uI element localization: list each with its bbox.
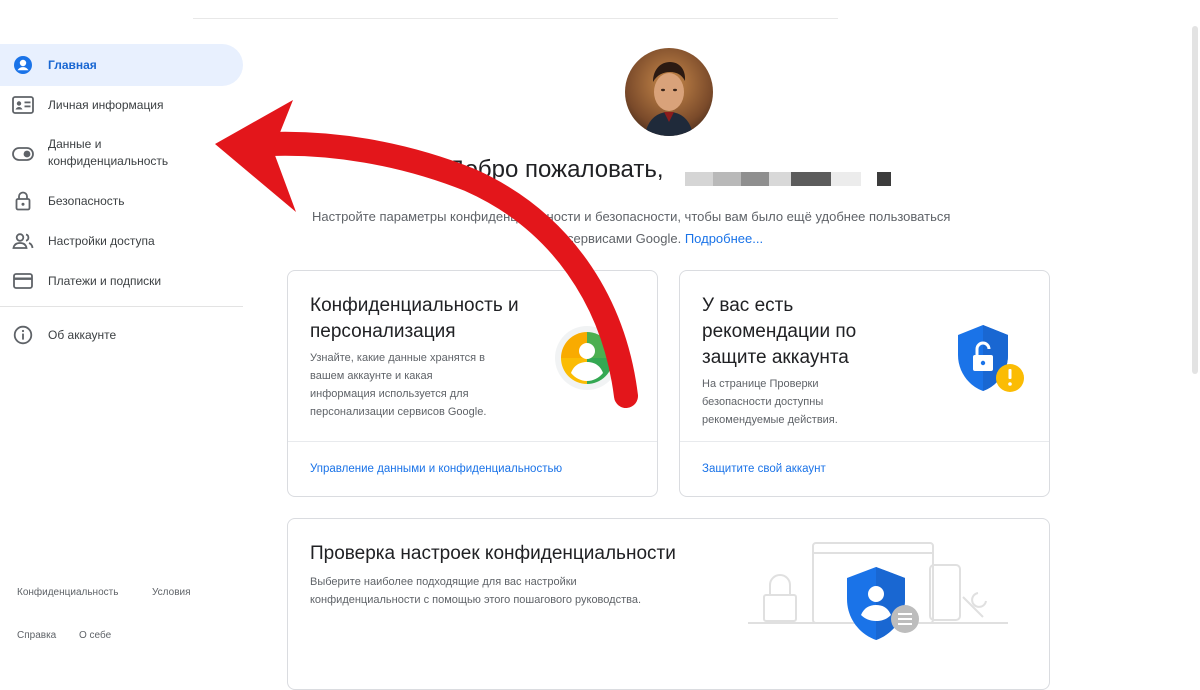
sidebar-item-sharing[interactable]: Настройки доступа	[0, 224, 243, 258]
id-card-icon	[12, 94, 34, 116]
card-description: Выберите наиболее подходящие для вас нас…	[310, 576, 642, 606]
card-description: На странице Проверки безопасности доступ…	[702, 378, 838, 426]
learn-more-link[interactable]: Подробнее...	[685, 231, 763, 246]
card-title: Проверка настроек конфиденциальности	[310, 543, 676, 564]
lock-icon	[12, 190, 34, 212]
toggle-icon	[12, 143, 34, 165]
sidebar-divider	[0, 306, 243, 307]
sidebar-item-security[interactable]: Безопасность	[0, 184, 243, 218]
sidebar-item-personal-info[interactable]: Личная информация	[0, 88, 243, 122]
credit-card-icon	[12, 270, 34, 292]
shield-lock-warning-icon	[950, 321, 1032, 406]
top-divider	[193, 18, 838, 19]
sidebar-item-home[interactable]: Главная	[0, 44, 243, 86]
privacy-card[interactable]: Конфиденциальность и персонализация Узна…	[287, 270, 658, 497]
sidebar-item-label: Безопасность	[48, 194, 125, 208]
card-description: Узнайте, какие данные хранятся в вашем а…	[310, 352, 487, 418]
sidebar-item-label: Об аккаунте	[48, 328, 117, 342]
sidebar-item-payments[interactable]: Платежи и подписки	[0, 264, 243, 298]
people-icon	[12, 230, 34, 252]
sidebar-item-label: Настройки доступа	[48, 234, 155, 248]
privacy-checkup-card[interactable]: Проверка настроек конфиденциальности Выб…	[287, 518, 1050, 690]
sidebar-item-about-account[interactable]: Об аккаунте	[0, 318, 243, 352]
info-icon	[12, 324, 34, 346]
account-circle-icon	[12, 54, 34, 76]
privacy-person-icon	[554, 323, 624, 398]
footer-about-link[interactable]: О себе	[79, 630, 111, 641]
welcome-heading: Добро пожаловать,	[448, 156, 664, 183]
sidebar-item-label: Платежи и подписки	[48, 274, 162, 288]
scrollbar[interactable]	[1192, 26, 1198, 374]
sidebar-item-label: Данные и конфиденциальность	[48, 137, 169, 168]
footer-help-link[interactable]: Справка	[17, 630, 56, 641]
sidebar-item-label: Главная	[48, 58, 97, 72]
header-subtitle: Настройте параметры конфиденциальности и…	[312, 209, 951, 246]
footer-privacy-link[interactable]: Конфиденциальность	[17, 587, 118, 598]
sidebar-item-label: Личная информация	[48, 98, 164, 112]
privacy-checkup-illustration-icon	[748, 537, 1028, 672]
sidebar-item-data-privacy[interactable]: Данные и конфиденциальность	[0, 132, 243, 176]
manage-data-privacy-link[interactable]: Управление данными и конфиденциальностью	[310, 463, 562, 475]
card-title: Конфиденциальность и персонализация	[310, 295, 519, 342]
footer-terms-link[interactable]: Условия	[152, 587, 191, 598]
card-title: У вас есть рекомендации по защите аккаун…	[702, 295, 857, 368]
avatar[interactable]	[625, 48, 713, 136]
security-card[interactable]: У вас есть рекомендации по защите аккаун…	[679, 270, 1050, 497]
protect-account-link[interactable]: Защитите свой аккаунт	[702, 463, 826, 475]
